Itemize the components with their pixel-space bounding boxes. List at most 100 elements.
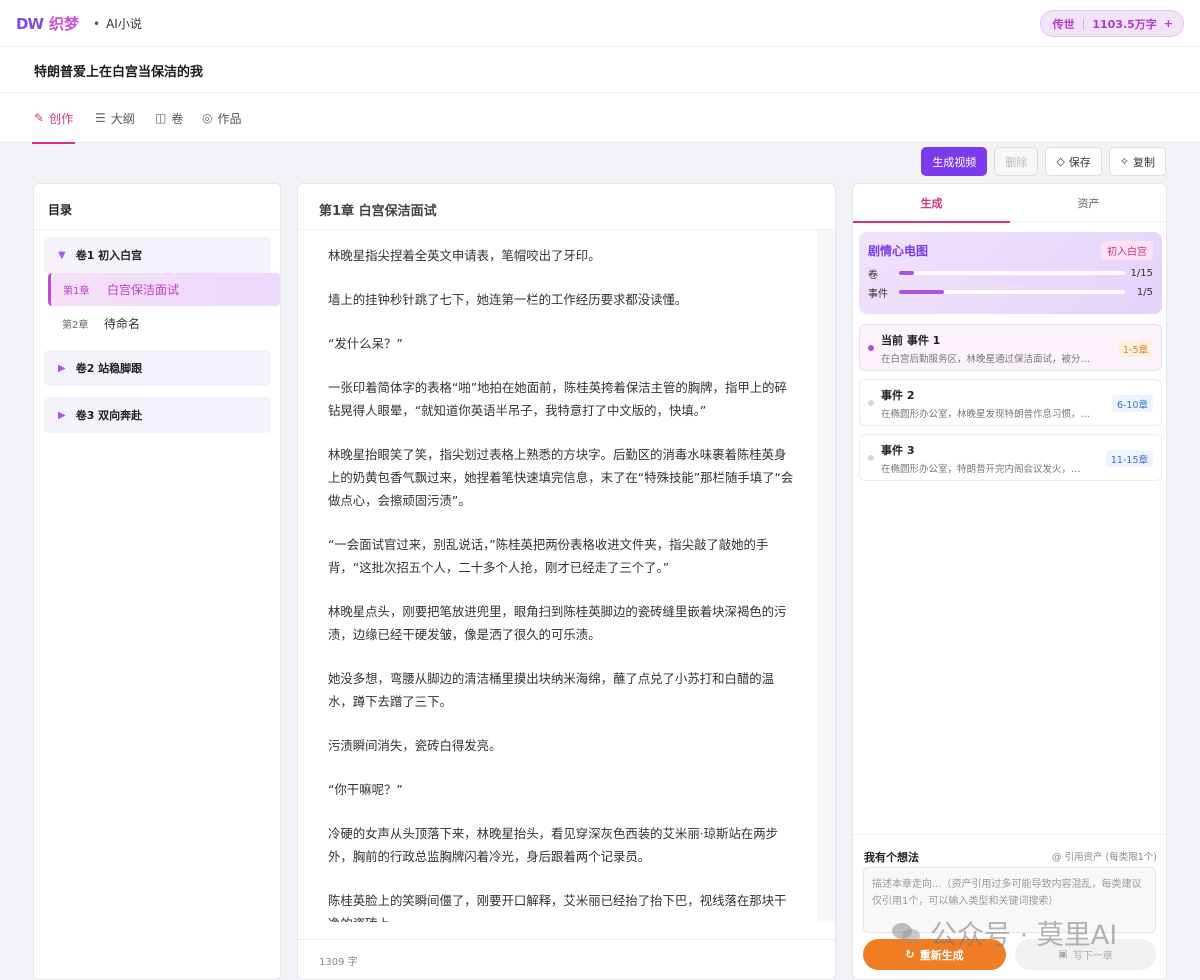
copy-button[interactable]: ✧ 复制 <box>1108 147 1166 176</box>
volume-tag: 初入白宫 <box>1101 241 1153 260</box>
triangle-down-icon: ▼ <box>58 249 66 261</box>
volume-label: 卷1 初入白宫 <box>75 249 143 262</box>
chapter-heading: 第1章 白宫保洁面试 <box>298 184 835 230</box>
generate-panel: 生成 资产 剧情心电图 初入白宫 卷 1/15 事件 1/5 当前 事件 1 在… <box>852 183 1167 980</box>
paragraph: 墙上的挂钟秒针跳了七下，她连第一栏的工作经历要求都没读懂。 <box>328 292 688 307</box>
logo-text: 织梦 <box>49 15 80 33</box>
event-name: 事件 2 <box>881 389 915 402</box>
paragraph: “发什么呆？” <box>328 336 403 351</box>
tab-label: 大纲 <box>110 111 135 126</box>
status-dot <box>868 400 874 406</box>
chapter-number: 第1章 <box>63 286 90 297</box>
novel-title: 特朗普爱上在白宫当保洁的我 <box>34 65 204 80</box>
tab-generate[interactable]: 生成 <box>853 184 1010 223</box>
next-chapter-button[interactable]: ▣ 写下一章 <box>1015 939 1156 970</box>
progress-fill <box>899 271 915 275</box>
logo-subtitle: AI小说 <box>106 17 142 31</box>
table-of-contents: 目录 ▼ 卷1 初入白宫 第1章 白宫保洁面试 第2章 待命名 ▶ 卷2 站稳脚… <box>33 183 281 980</box>
tab-outline[interactable]: ☰ 大纲 <box>95 93 135 143</box>
chapter-item[interactable]: 第2章 待命名 <box>48 307 280 340</box>
quota-value: 1103.5万字 <box>1092 17 1157 31</box>
works-icon: ◎ <box>202 111 213 125</box>
event-card[interactable]: 事件 3 在椭圆形办公室，特朗普开完内阁会议发火，… 11-15章 <box>859 434 1162 481</box>
paragraph: “你干嘛呢？” <box>328 782 403 797</box>
toc-title: 目录 <box>34 184 280 230</box>
chapter-title: 待命名 <box>104 317 141 331</box>
logo-separator: • <box>93 16 101 31</box>
triangle-right-icon: ▶ <box>58 362 66 374</box>
paragraph: “一会面试官过来，别乱说话，”陈桂英把两份表格收进文件夹，指尖敲了敲她的手背，“… <box>328 537 769 575</box>
quota-plus-icon[interactable]: + <box>1164 17 1173 30</box>
side-tabs: 生成 资产 <box>853 184 1166 223</box>
event-desc: 在椭圆形办公室，特朗普开完内阁会议发火，… <box>881 464 1081 475</box>
progress-label: 卷 <box>868 269 878 281</box>
event-name: 当前 事件 1 <box>881 334 941 347</box>
plot-ecg-card: 剧情心电图 初入白宫 卷 1/15 事件 1/5 <box>859 232 1162 314</box>
idea-section: 我有个想法 @ 引用资产 (每类限1个) 描述本章走向...（资产引用过多可能导… <box>853 834 1166 979</box>
tab-label: 卷 <box>171 111 184 126</box>
event-card[interactable]: 事件 2 在椭圆形办公室，林晚星发现特朗普作息习惯，… 6-10章 <box>859 379 1162 426</box>
reference-assets-link[interactable]: @ 引用资产 (每类限1个) <box>1052 849 1157 863</box>
top-header: DW 织梦 • AI小说 传世 | 1103.5万字 + <box>0 0 1200 47</box>
paragraph: 林晚星点头，刚要把笔放进兜里，眼角扫到陈桂英脚边的瓷砖缝里嵌着块深褐色的污渍，边… <box>328 604 787 642</box>
quota-badge[interactable]: 传世 | 1103.5万字 + <box>1039 10 1184 37</box>
chapter-number: 第2章 <box>62 320 89 331</box>
logo[interactable]: DW 织梦 • AI小说 <box>16 13 142 34</box>
regenerate-button[interactable]: ↻ 重新生成 <box>863 939 1006 970</box>
chapter-editor: 第1章 白宫保洁面试 林晚星指尖捏着全英文申请表，笔帽咬出了牙印。 墙上的挂钟秒… <box>297 183 836 980</box>
event-desc: 在白宫后勤服务区，林晚星通过保洁面试，被分… <box>881 354 1091 365</box>
save-label: 保存 <box>1068 155 1091 169</box>
progress-fill <box>899 290 945 294</box>
tab-assets[interactable]: 资产 <box>1010 184 1166 222</box>
logo-mark: DW <box>16 14 44 33</box>
chapter-range-badge: 11-15章 <box>1105 450 1153 467</box>
tab-works[interactable]: ◎ 作品 <box>202 93 242 143</box>
generate-video-button[interactable]: 生成视频 <box>921 147 988 176</box>
refresh-icon: ↻ <box>905 948 915 961</box>
progress-track <box>899 271 1125 275</box>
paragraph: 林晚星抬眼笑了笑，指尖划过表格上熟悉的方块字。后勤区的消毒水味裹着陈桂英身上的奶… <box>328 447 794 508</box>
status-dot <box>868 455 874 461</box>
status-dot <box>868 345 874 351</box>
volume-item[interactable]: ▼ 卷1 初入白宫 <box>44 237 271 273</box>
progress-label: 事件 <box>868 288 888 300</box>
volume-item[interactable]: ▶ 卷2 站稳脚跟 <box>44 350 271 386</box>
progress-value: 1/15 <box>1130 267 1153 279</box>
volume-label: 卷3 双向奔赴 <box>75 409 143 422</box>
save-button[interactable]: ◇ 保存 <box>1045 147 1102 176</box>
tab-create[interactable]: ✎ 创作 <box>31 93 76 144</box>
tab-volume[interactable]: ◫ 卷 <box>155 93 183 143</box>
progress-track <box>899 290 1125 294</box>
chapter-item[interactable]: 第1章 白宫保洁面试 <box>48 273 280 306</box>
volume-item[interactable]: ▶ 卷3 双向奔赴 <box>44 397 271 433</box>
volume-progress: 卷 1/15 <box>868 266 1153 281</box>
event-progress: 事件 1/5 <box>868 285 1153 300</box>
paragraph: 陈桂英脸上的笑瞬间僵了，刚要开口解释，艾米丽已经抬了抬下巴，视线落在那块干净的瓷… <box>328 893 787 922</box>
event-card[interactable]: 当前 事件 1 在白宫后勤服务区，林晚星通过保洁面试，被分… 1-5章 <box>859 324 1162 371</box>
list-icon: ☰ <box>95 111 106 125</box>
chapter-text-area[interactable]: 林晚星指尖捏着全英文申请表，笔帽咬出了牙印。 墙上的挂钟秒针跳了七下，她连第一栏… <box>298 230 818 922</box>
volume-icon: ◫ <box>155 111 167 125</box>
paragraph: 污渍瞬间消失，瓷砖白得发亮。 <box>328 738 502 753</box>
idea-input[interactable]: 描述本章走向...（资产引用过多可能导致内容混乱，每类建议仅引用1个，可以输入类… <box>863 867 1156 933</box>
quota-tier: 传世 <box>1052 17 1075 31</box>
chapter-range-badge: 6-10章 <box>1111 395 1153 412</box>
pencil-icon: ✎ <box>34 111 45 125</box>
next-chapter-label: 写下一章 <box>1072 951 1113 962</box>
paragraph: 她没多想，弯腰从脚边的清洁桶里摸出块纳米海绵，蘸了点兑了小苏打和白醋的温水，蹲下… <box>328 671 775 709</box>
editor-scrollbar[interactable] <box>817 230 835 922</box>
document-icon: ▣ <box>1058 949 1068 960</box>
delete-button[interactable]: 删除 <box>994 147 1039 176</box>
paragraph: 一张印着简体字的表格“啪”地拍在她面前，陈桂英挎着保洁主管的胸牌，指甲上的碎钻晃… <box>328 380 787 418</box>
sparkle-icon: ✧ <box>1119 155 1129 168</box>
diamond-icon: ◇ <box>1056 155 1065 168</box>
quota-separator: | <box>1081 17 1086 30</box>
paragraph: 林晚星指尖捏着全英文申请表，笔帽咬出了牙印。 <box>328 248 601 263</box>
regenerate-label: 重新生成 <box>919 948 964 962</box>
tab-label: 作品 <box>217 111 242 126</box>
copy-label: 复制 <box>1133 155 1155 169</box>
main-tabs: ✎ 创作 ☰ 大纲 ◫ 卷 ◎ 作品 <box>0 93 1200 144</box>
editor-toolbar: 生成视频 删除 ◇ 保存 ✧ 复制 <box>921 147 1166 176</box>
paragraph: 冷硬的女声从头顶落下来，林晚星抬头，看见穿深灰色西装的艾米丽·琼斯站在两步外，胸… <box>328 826 779 864</box>
title-bar: 特朗普爱上在白宫当保洁的我 <box>0 47 1200 93</box>
